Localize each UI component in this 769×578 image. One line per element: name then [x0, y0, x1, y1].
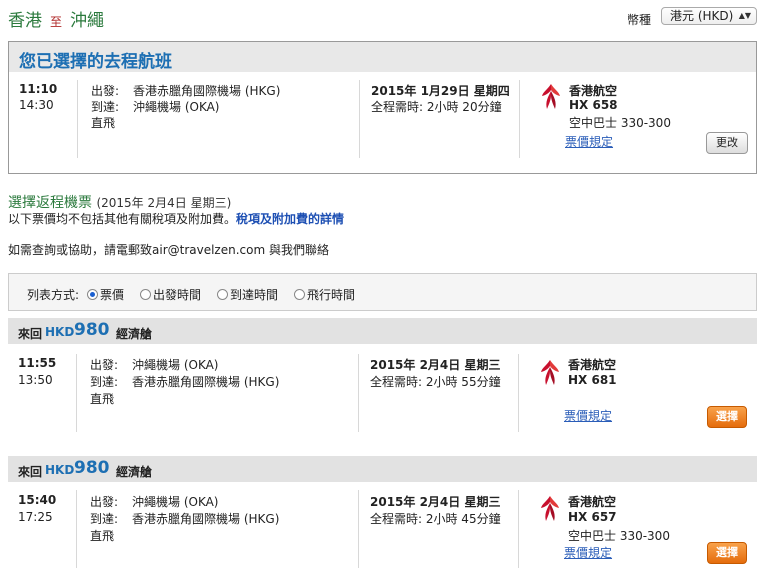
- outbound-arr-time: 14:30: [19, 98, 54, 112]
- radio-icon: [140, 289, 151, 300]
- outbound-title: 您已選擇的去程航班: [19, 52, 172, 72]
- return-title: 選擇返程機票: [8, 195, 92, 211]
- contact-info: 如需查詢或協助，請電郵致air@travelzen.com 與我們聯絡: [8, 243, 329, 257]
- outbound-dep-time: 11:10: [19, 82, 58, 96]
- sort-option-departure[interactable]: 出發時間: [140, 286, 201, 303]
- outbound-arr-label: 到達:: [91, 100, 120, 114]
- fare-dep-label: 出發:: [90, 358, 119, 372]
- outbound-flight: HX 658: [569, 98, 618, 112]
- route-from: 香港: [8, 11, 42, 31]
- fare-currency: HKD: [45, 325, 75, 339]
- fare-dep-time: 15:40: [18, 493, 57, 507]
- radio-icon: [294, 289, 305, 300]
- outbound-nonstop: 直飛: [91, 116, 116, 130]
- sort-label: 列表方式:: [27, 288, 80, 302]
- fare-currency: HKD: [45, 463, 75, 477]
- fare-flight: HX 681: [568, 373, 617, 387]
- route-connector: 至: [50, 15, 63, 29]
- fare-flight: HX 657: [568, 510, 617, 524]
- tax-notice-text: 以下票價均不包括其他有關稅項及附加費。: [8, 212, 237, 226]
- fare-arr-airport: 香港赤臘角國際機場 (HKG): [132, 512, 280, 526]
- fare-airline: 香港航空: [568, 358, 617, 372]
- fare-rules-link[interactable]: 票價規定: [564, 544, 612, 561]
- fare-amount: 980: [74, 320, 110, 340]
- fare-trip: 來回: [18, 465, 43, 479]
- currency-selected: 港元 (HKD): [670, 9, 734, 23]
- outbound-fare-rules-link[interactable]: 票價規定: [565, 133, 613, 150]
- outbound-panel: 您已選擇的去程航班 11:10 14:30 出發: 香港赤臘角國際機場 (HKG…: [8, 41, 757, 174]
- fare-aircraft: 空中巴士 330-300: [568, 529, 670, 543]
- currency-select[interactable]: 港元 (HKD) ▲▼: [661, 7, 757, 25]
- fare-header: 來回 HKD 980 經濟艙: [8, 318, 757, 344]
- outbound-duration: 全程需時: 2小時 20分鐘: [371, 100, 502, 114]
- outbound-header: 您已選擇的去程航班: [9, 42, 756, 72]
- outbound-arr-airport: 沖繩機場 (OKA): [133, 100, 220, 114]
- fare-date: 2015年 2月4日 星期三: [370, 358, 501, 372]
- chevron-updown-icon: ▲▼: [738, 11, 751, 20]
- fare-duration: 全程需時: 2小時 55分鐘: [370, 375, 501, 389]
- fare-arr-time: 17:25: [18, 510, 53, 524]
- fare-cabin: 經濟艙: [116, 465, 153, 479]
- outbound-dep-airport: 香港赤臘角國際機場 (HKG): [133, 84, 281, 98]
- airline-logo-icon: [541, 360, 559, 385]
- fare-dep-airport: 沖繩機場 (OKA): [132, 358, 219, 372]
- tax-notice: 以下票價均不包括其他有關稅項及附加費。稅項及附加費的詳情: [8, 210, 344, 227]
- fare-arr-label: 到達:: [90, 375, 119, 389]
- outbound-airline: 香港航空: [569, 84, 618, 98]
- radio-icon: [217, 289, 228, 300]
- change-button[interactable]: 更改: [706, 132, 748, 154]
- return-date: (2015年 2月4日 星期三): [96, 196, 232, 210]
- fare-dep-time: 11:55: [18, 356, 57, 370]
- fare-date: 2015年 2月4日 星期三: [370, 495, 501, 509]
- fare-nonstop: 直飛: [90, 529, 115, 543]
- fare-dep-label: 出發:: [90, 495, 119, 509]
- airline-logo-icon: [542, 84, 560, 109]
- fare-airline: 香港航空: [568, 495, 617, 509]
- fare-arr-time: 13:50: [18, 373, 53, 387]
- fare-duration: 全程需時: 2小時 45分鐘: [370, 512, 501, 526]
- fare-option: 15:40 17:25 出發: 沖繩機場 (OKA) 到達: 香港赤臘角國際機場…: [8, 482, 757, 578]
- fare-nonstop: 直飛: [90, 392, 115, 406]
- outbound-dep-label: 出發:: [91, 84, 120, 98]
- tax-details-link[interactable]: 稅項及附加費的詳情: [236, 212, 344, 226]
- outbound-date: 2015年 1月29日 星期四: [371, 84, 510, 98]
- fare-dep-airport: 沖繩機場 (OKA): [132, 495, 219, 509]
- airline-logo-icon: [541, 496, 559, 521]
- fare-trip: 來回: [18, 327, 43, 341]
- radio-selected-icon: [87, 289, 98, 300]
- select-button[interactable]: 選擇: [707, 542, 747, 564]
- select-button[interactable]: 選擇: [707, 406, 747, 428]
- route-to: 沖繩: [70, 11, 105, 31]
- return-section-title: 選擇返程機票 (2015年 2月4日 星期三): [8, 192, 231, 212]
- fare-arr-airport: 香港赤臘角國際機場 (HKG): [132, 375, 280, 389]
- outbound-aircraft: 空中巴士 330-300: [569, 116, 671, 130]
- sort-option-duration[interactable]: 飛行時間: [294, 286, 355, 303]
- fare-arr-label: 到達:: [90, 512, 119, 526]
- sort-option-arrival[interactable]: 到達時間: [217, 286, 278, 303]
- route-title: 香港 至 沖繩: [8, 6, 104, 31]
- fare-amount: 980: [74, 458, 110, 478]
- fare-cabin: 經濟艙: [116, 327, 153, 341]
- sort-option-price[interactable]: 票價: [87, 286, 124, 303]
- fare-header: 來回 HKD 980 經濟艙: [8, 456, 757, 482]
- fare-option: 11:55 13:50 出發: 沖繩機場 (OKA) 到達: 香港赤臘角國際機場…: [8, 344, 757, 444]
- sort-bar: 列表方式: 票價 出發時間 到達時間 飛行時間: [8, 273, 757, 311]
- currency-label: 幣種: [627, 13, 652, 27]
- fare-rules-link[interactable]: 票價規定: [564, 407, 612, 424]
